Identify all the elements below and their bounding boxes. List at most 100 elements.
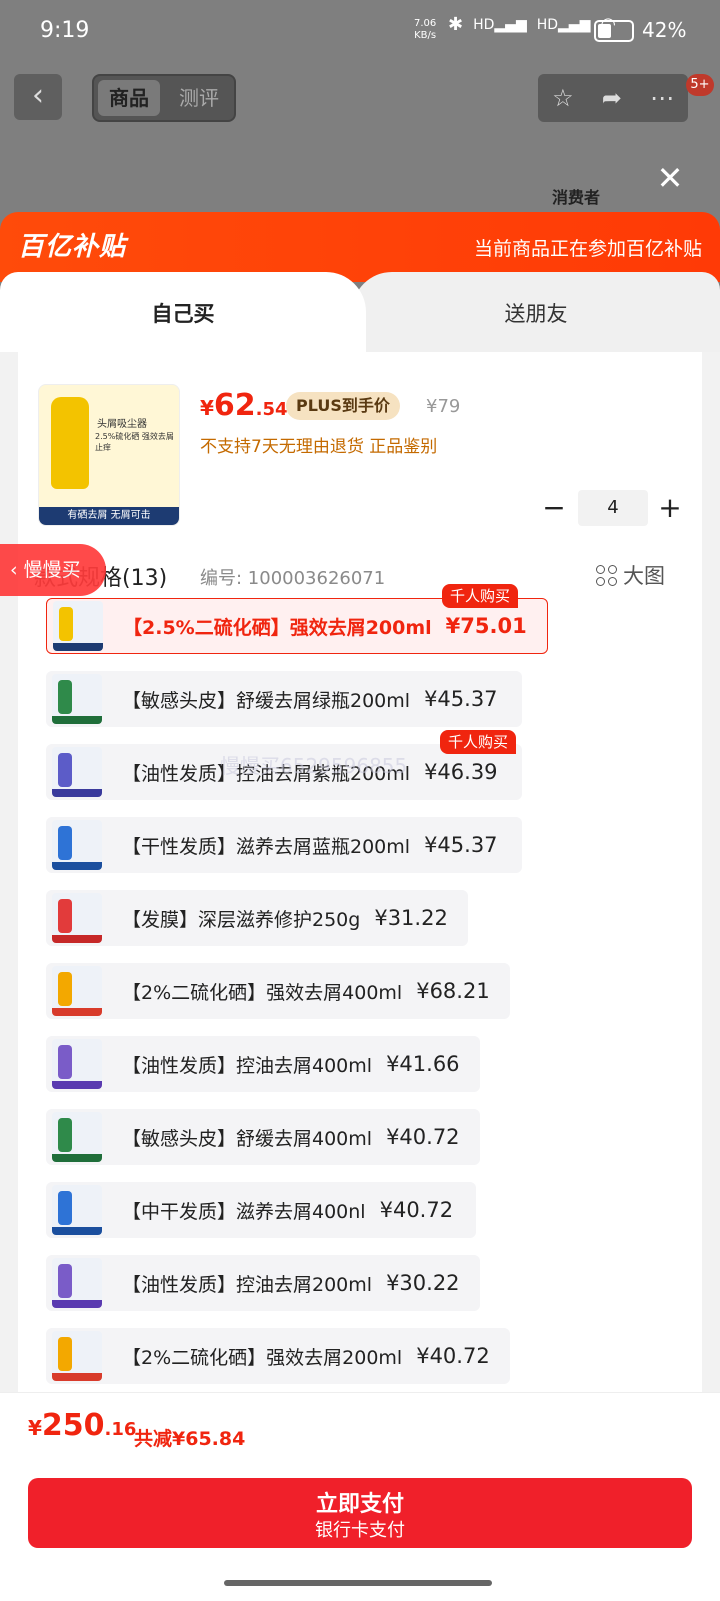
hd-label: HD xyxy=(536,16,559,33)
option-name: 【中干发质】滋养去屑400nl xyxy=(122,1200,366,1223)
thumb-strip xyxy=(52,789,102,797)
spec-number: 编号: 100003626071 xyxy=(200,568,386,589)
option-price: ¥40.72 xyxy=(379,1198,454,1222)
tab-review[interactable]: 测评 xyxy=(168,80,230,116)
thumb-strip: 有硒去屑 无屑可击 xyxy=(39,507,179,525)
network-speed-value: 7.06 xyxy=(414,18,437,29)
option-price: ¥45.37 xyxy=(424,687,498,711)
network-speed: 7.06 KB/s xyxy=(414,18,436,42)
bottle-image xyxy=(58,753,72,787)
total-currency: ¥ xyxy=(28,1416,42,1440)
big-image-toggle[interactable]: 大图 xyxy=(596,560,665,590)
bottle-image xyxy=(58,1337,72,1371)
bottle-image xyxy=(58,972,72,1006)
price-decimal: .54 xyxy=(255,399,288,420)
option-thumbnail xyxy=(52,1331,102,1381)
hot-badge: 千人购买 xyxy=(442,584,519,608)
option-price: ¥40.72 xyxy=(416,1344,490,1368)
tab-gift[interactable]: 送朋友 xyxy=(352,272,720,352)
status-icons: ✱ HD▂▄▆ HD▂▄▆ ◠ xyxy=(448,14,616,35)
option-price: ¥45.37 xyxy=(424,833,498,857)
option-thumbnail xyxy=(52,966,102,1016)
hd-label: HD xyxy=(473,16,495,33)
manmanmai-floating-tag[interactable]: ‹ 慢慢买 xyxy=(0,544,106,596)
price-currency: ¥ xyxy=(200,396,214,420)
pay-now-label: 立即支付 xyxy=(315,1492,404,1517)
bottle-image xyxy=(58,826,72,860)
thumb-subtitle: 2.5%硫化硒 强效去屑止痒 xyxy=(95,432,174,452)
option-name: 【油性发质】控油去屑200ml xyxy=(122,1273,373,1296)
option-price: ¥41.66 xyxy=(386,1052,460,1076)
spec-option[interactable]: 【敏感头皮】舒缓去屑绿瓶200ml ¥45.37 xyxy=(46,671,522,727)
top-actions: ☆ ➦ ⋯ xyxy=(538,74,688,122)
spec-option[interactable]: 【2%二硫化硒】强效去屑200ml ¥40.72 xyxy=(46,1328,510,1384)
quantity-input[interactable]: 4 xyxy=(578,490,648,526)
spec-option[interactable]: 【中干发质】滋养去屑400nl ¥40.72 xyxy=(46,1182,476,1238)
network-speed-unit: KB/s xyxy=(414,30,437,41)
bottle-image xyxy=(59,607,73,641)
battery-level xyxy=(598,24,612,38)
chevron-left-icon: ‹ xyxy=(32,78,44,113)
quantity-minus-button[interactable]: − xyxy=(540,494,568,522)
thumb-strip xyxy=(52,716,102,724)
option-price: ¥30.22 xyxy=(386,1271,460,1295)
status-bar: 9:19 7.06 KB/s ✱ HD▂▄▆ HD▂▄▆ ◠ 42% xyxy=(0,0,720,62)
thumb-strip xyxy=(52,1227,102,1235)
tab-gift-label: 送朋友 xyxy=(504,302,568,326)
option-name: 【油性发质】控油去屑400ml xyxy=(122,1054,373,1077)
option-name: 【干性发质】滋养去屑蓝瓶200ml xyxy=(122,835,411,858)
option-name: 【敏感头皮】舒缓去屑绿瓶200ml xyxy=(122,689,411,712)
product-thumbnail[interactable]: 头屑吸尘器 2.5%硫化硒 强效去屑止痒 有硒去屑 无屑可击 xyxy=(38,384,180,526)
option-price: ¥40.72 xyxy=(386,1125,460,1149)
option-price: ¥46.39 xyxy=(424,760,498,784)
home-indicator[interactable] xyxy=(224,1580,492,1586)
total-integer: 250 xyxy=(41,1408,105,1443)
message-badge: 5+ xyxy=(686,74,714,96)
consumer-label: 消费者 xyxy=(552,188,601,207)
close-icon[interactable]: ✕ xyxy=(652,160,688,196)
total-price: ¥250.16 xyxy=(28,1408,136,1443)
spec-option[interactable]: 【发膜】深层滋养修护250g ¥31.22 xyxy=(46,890,468,946)
thumb-strip xyxy=(52,1081,102,1089)
bottle-image xyxy=(58,1118,72,1152)
bottle-image xyxy=(58,1264,72,1298)
bottle-image xyxy=(58,1045,72,1079)
return-notice: 不支持7天无理由退货 正品鉴别 xyxy=(200,437,438,457)
bottle-image xyxy=(58,680,72,714)
spec-option[interactable]: 【敏感头皮】舒缓去屑400ml ¥40.72 xyxy=(46,1109,480,1165)
share-icon[interactable]: ➦ xyxy=(602,84,622,112)
spec-option[interactable]: 【2%二硫化硒】强效去屑400ml ¥68.21 xyxy=(46,963,510,1019)
status-time: 9:19 xyxy=(40,18,90,43)
thumb-title: 头屑吸尘器 xyxy=(97,419,147,430)
option-thumbnail xyxy=(52,1258,102,1308)
tab-buy-self-label: 自己买 xyxy=(151,302,215,326)
tab-product[interactable]: 商品 xyxy=(98,80,160,116)
option-thumbnail xyxy=(52,1112,102,1162)
more-icon[interactable]: ⋯ xyxy=(650,84,674,112)
option-thumbnail xyxy=(52,893,102,943)
back-button[interactable]: ‹ xyxy=(14,74,62,120)
spec-option[interactable]: 【干性发质】滋养去屑蓝瓶200ml ¥45.37 xyxy=(46,817,522,873)
option-name: 【2.5%二硫化硒】强效去屑200ml xyxy=(123,616,432,639)
hot-badge: 千人购买 xyxy=(440,730,517,754)
star-icon[interactable]: ☆ xyxy=(552,84,574,112)
spec-option[interactable]: 【油性发质】控油去屑400ml ¥41.66 xyxy=(46,1036,480,1092)
subsidy-tip: 当前商品正在参加百亿补贴 xyxy=(473,238,702,260)
chevron-left-icon: ‹ xyxy=(10,559,24,581)
spec-option[interactable]: 【油性发质】控油去屑200ml ¥30.22 xyxy=(46,1255,480,1311)
pay-now-button[interactable]: 立即支付 银行卡支付 xyxy=(28,1478,692,1548)
option-thumbnail xyxy=(52,674,102,724)
option-price: ¥75.01 xyxy=(445,614,527,638)
quantity-plus-button[interactable]: + xyxy=(656,494,684,522)
signal-icon-1: HD▂▄▆ xyxy=(473,16,527,33)
watermark: 慢慢买6529596855 xyxy=(220,754,408,778)
bottle-image xyxy=(58,899,72,933)
product-price: ¥62.54 xyxy=(200,388,288,423)
tab-buy-self[interactable]: 自己买 xyxy=(0,272,366,352)
thumb-strip xyxy=(52,862,102,870)
floating-tag-label: 慢慢买 xyxy=(23,559,81,581)
pay-method-label: 银行卡支付 xyxy=(315,1520,405,1541)
thumb-strip xyxy=(53,643,103,651)
bottle-image xyxy=(51,397,89,489)
option-name: 【敏感头皮】舒缓去屑400ml xyxy=(122,1127,373,1150)
